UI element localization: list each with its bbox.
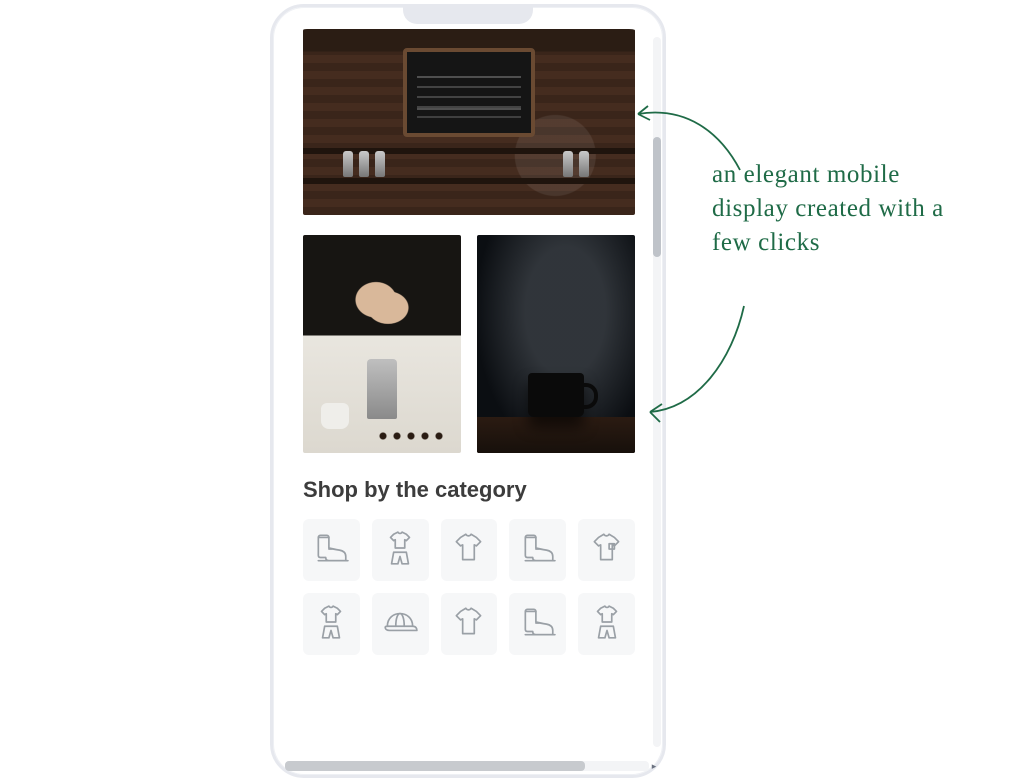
cap-icon — [381, 603, 419, 646]
annotation-text: an elegant mobile display created with a… — [712, 158, 972, 259]
image-tile-coffee-cup[interactable] — [477, 235, 635, 453]
category-tile-outfit[interactable] — [578, 593, 635, 655]
horizontal-scrollbar-thumb[interactable] — [285, 761, 585, 771]
pocket-tee-icon — [588, 529, 626, 572]
image-tile-barista[interactable] — [303, 235, 461, 453]
outfit-icon — [588, 603, 626, 646]
boot-icon — [519, 529, 557, 572]
category-tile-pocket-tee[interactable] — [578, 519, 635, 581]
phone-device-frame: Shop by the category — [270, 4, 666, 778]
boot-icon — [519, 603, 557, 646]
tshirt-icon — [450, 603, 488, 646]
outfit-icon — [381, 529, 419, 572]
category-tile-cap[interactable] — [372, 593, 429, 655]
image-row — [303, 235, 635, 453]
section-title: Shop by the category — [303, 477, 635, 503]
category-grid — [303, 519, 635, 655]
category-tile-outfit[interactable] — [303, 593, 360, 655]
category-tile-tshirt[interactable] — [441, 593, 498, 655]
hero-image[interactable] — [303, 29, 635, 215]
horizontal-scrollbar-right-arrow-icon[interactable]: ▸ — [649, 761, 659, 771]
device-notch — [403, 4, 533, 24]
annotation-arrow-bottom-icon — [640, 300, 760, 430]
page-content: Shop by the category — [285, 29, 651, 655]
category-tile-boot[interactable] — [509, 593, 566, 655]
category-tile-boot[interactable] — [509, 519, 566, 581]
category-tile-outfit[interactable] — [372, 519, 429, 581]
boot-icon — [312, 529, 350, 572]
category-tile-boot[interactable] — [303, 519, 360, 581]
tshirt-icon — [450, 529, 488, 572]
category-tile-tshirt[interactable] — [441, 519, 498, 581]
phone-viewport: Shop by the category — [285, 29, 651, 759]
outfit-icon — [312, 603, 350, 646]
